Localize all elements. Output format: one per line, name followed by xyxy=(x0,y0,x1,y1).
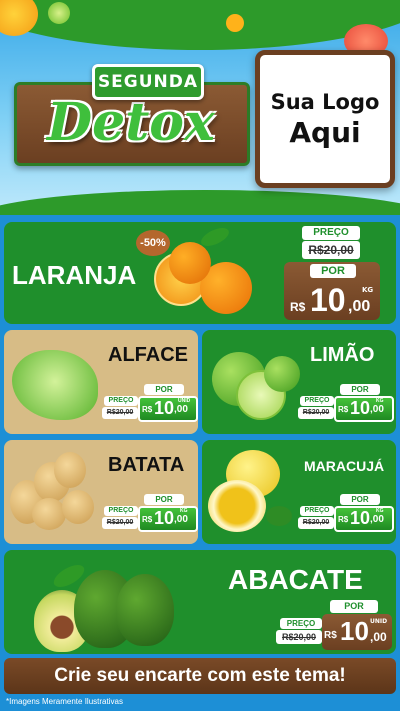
logo-text-line1: Sua Logo xyxy=(270,89,380,114)
product-name: ABACATE xyxy=(228,564,363,595)
price-integer: 10 xyxy=(350,398,371,418)
old-price: R$20,00 xyxy=(302,241,360,259)
price-integer: 10 xyxy=(154,398,175,418)
por-label: POR xyxy=(340,494,380,505)
price-integer: 10 xyxy=(310,282,346,318)
preco-label: PREÇO xyxy=(300,506,334,516)
price-integer: 10 xyxy=(154,508,175,528)
logo-placeholder[interactable]: Sua Logo Aqui xyxy=(255,50,395,188)
new-price: R$ 10 ,00 UNID xyxy=(138,396,198,422)
old-price: R$20,00 xyxy=(298,517,334,529)
price-unit: KG xyxy=(376,508,384,514)
potato-icon xyxy=(32,498,66,530)
sign-top-text: SEGUNDA xyxy=(92,64,204,100)
price-decimal: ,00 xyxy=(370,630,387,644)
avocado-icon xyxy=(116,574,174,646)
new-price: R$ 10 ,00 KG xyxy=(334,506,394,532)
currency: R$ xyxy=(324,630,337,641)
logo-text-line2: Aqui xyxy=(289,115,361,149)
price-integer: 10 xyxy=(340,616,369,646)
discount-badge: -50% xyxy=(136,230,170,256)
price-decimal: ,00 xyxy=(174,404,188,415)
product-card-maracuja[interactable]: MARACUJÁ PREÇO R$20,00 POR R$ 10 ,00 KG xyxy=(202,440,396,544)
product-card-batata[interactable]: BATATA PREÇO R$20,00 POR R$ 10 ,00 KG xyxy=(4,440,198,544)
price-unit: UNID xyxy=(370,618,388,625)
new-price: R$ 10 ,00 KG xyxy=(138,506,198,532)
price-unit: KG xyxy=(376,398,384,404)
price-unit: UNID xyxy=(178,398,191,404)
old-price: R$20,00 xyxy=(102,517,138,529)
por-label: POR xyxy=(144,494,184,505)
price-integer: 10 xyxy=(350,508,371,528)
old-price: R$20,00 xyxy=(276,630,322,644)
preco-label: PREÇO xyxy=(300,396,334,406)
preco-label: PREÇO xyxy=(104,396,138,406)
por-label: POR xyxy=(330,600,378,613)
orange-wedge-icon xyxy=(226,14,244,32)
passion-fruit-half-icon xyxy=(208,480,266,532)
product-name: LIMÃO xyxy=(310,344,375,366)
old-price: R$20,00 xyxy=(298,407,334,419)
product-name: MARACUJÁ xyxy=(304,458,385,474)
price-decimal: ,00 xyxy=(370,514,384,525)
product-card-limao[interactable]: LIMÃO PREÇO R$20,00 POR R$ 10 ,00 KG xyxy=(202,330,396,434)
por-label: POR xyxy=(310,264,356,278)
price-decimal: ,00 xyxy=(174,514,188,525)
product-card-abacate[interactable]: ABACATE PREÇO R$20,00 POR R$ 10 ,00 UNID xyxy=(4,550,396,654)
promo-banner[interactable]: Crie seu encarte com este tema! xyxy=(4,658,396,694)
leaf-icon xyxy=(198,224,232,250)
sign-main-text: Detox xyxy=(47,92,215,153)
price-decimal: ,00 xyxy=(348,298,371,315)
currency: R$ xyxy=(338,515,349,524)
currency: R$ xyxy=(142,515,153,524)
lettuce-icon xyxy=(12,350,98,420)
potato-icon xyxy=(54,452,86,488)
product-name: BATATA xyxy=(108,454,185,476)
preco-label: PREÇO xyxy=(280,618,322,629)
price-decimal: ,00 xyxy=(370,404,384,415)
price-unit: KG xyxy=(362,286,374,294)
leaf-icon xyxy=(266,506,292,526)
product-card-laranja[interactable]: LARANJA PREÇO R$20,00 POR R$ 10 ,00 KG xyxy=(4,222,396,324)
currency: R$ xyxy=(290,300,306,314)
orange-icon xyxy=(169,242,211,284)
header: Detox SEGUNDA Sua Logo Aqui xyxy=(0,0,400,215)
new-price: R$ 10 ,00 KG xyxy=(334,396,394,422)
product-name: ALFACE xyxy=(108,344,188,366)
preco-label: PREÇO xyxy=(104,506,138,516)
por-label: POR xyxy=(340,384,380,395)
lime-slice-icon xyxy=(48,2,70,24)
product-name: LARANJA xyxy=(12,260,137,290)
lime-icon xyxy=(264,356,300,392)
currency: R$ xyxy=(338,405,349,414)
potato-icon xyxy=(62,490,94,524)
product-card-alface[interactable]: ALFACE PREÇO R$20,00 POR R$ 10 ,00 UNID xyxy=(4,330,198,434)
preco-label: PREÇO xyxy=(302,226,360,240)
disclaimer: *Imagens Meramente Ilustrativas xyxy=(6,697,123,706)
currency: R$ xyxy=(142,405,153,414)
old-price: R$20,00 xyxy=(102,407,138,419)
price-unit: KG xyxy=(180,508,188,514)
green-swoosh-bottom xyxy=(0,190,400,215)
por-label: POR xyxy=(144,384,184,395)
